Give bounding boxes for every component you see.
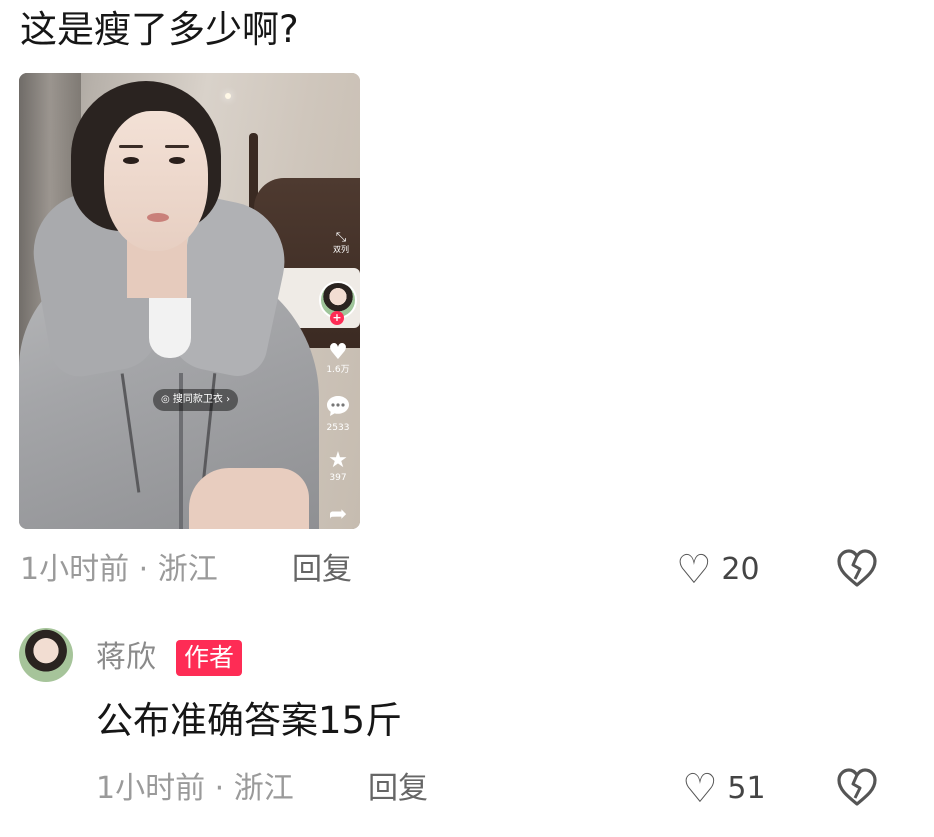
star-icon: ★ [328,448,348,473]
comment-action[interactable]: 2533 [317,395,359,434]
time-location: 1小时前 · 浙江 [20,552,218,587]
share-action[interactable]: ➦ [317,503,359,527]
reply-button[interactable]: 回复 [368,767,428,811]
t-shirt [149,298,191,358]
broken-heart-icon [837,768,877,806]
avatar[interactable] [19,628,73,682]
like-count: 1.6万 [326,365,350,375]
comment-count: 2533 [326,423,350,433]
reply-button[interactable]: 回复 [292,548,352,592]
arm [189,468,309,529]
comment-icon [317,395,359,423]
broken-heart-icon [837,549,877,587]
comment-like-button[interactable]: ♡ 20 [676,548,760,592]
comment-meta-row: 1小时前 · 浙江 回复 [0,767,934,811]
heart-outline-icon: ♡ [676,547,712,593]
time-location: 1小时前 · 浙江 [96,771,294,806]
share-icon: ➦ [328,502,348,527]
comment-like-count: 51 [727,771,766,806]
favorite-count: 397 [329,473,347,483]
lips [147,213,169,222]
dislike-button[interactable] [836,548,878,597]
follow-button[interactable]: + [330,311,344,325]
comment-text: 这是瘦了多少啊? [20,8,299,51]
search-same-hoodie-chip[interactable]: ◎ 搜同款卫衣 › [153,389,239,411]
right-eye [169,157,185,164]
heart-icon: ♥ [328,340,348,365]
comment-meta-row: 1小时前 · 浙江 回复 [0,548,934,592]
left-eye [123,157,139,164]
right-brow [165,145,189,148]
ceiling-light [225,93,231,99]
heart-outline-icon: ♡ [682,766,718,812]
author-badge: 作者 [176,640,243,676]
collapse-label: 双列 [333,245,349,254]
comment-like-count: 20 [721,552,760,587]
comment-text: 公布准确答案15斤 [96,699,403,742]
username[interactable]: 蒋欣 [96,636,156,680]
left-brow [119,145,143,148]
video-thumbnail[interactable]: ⤡ 双列 + ♥ 1.6万 2533 ★ 397 ➦ ◎ 搜同款卫衣 › [19,73,360,529]
like-action[interactable]: ♥ 1.6万 [317,341,359,376]
collapse-icon: ⤡ [335,230,347,245]
favorite-action[interactable]: ★ 397 [317,449,359,484]
collapse-button[interactable]: ⤡ 双列 [329,231,353,255]
comment-like-button[interactable]: ♡ 51 [682,767,766,811]
face [104,111,208,251]
dislike-button[interactable] [836,767,878,816]
